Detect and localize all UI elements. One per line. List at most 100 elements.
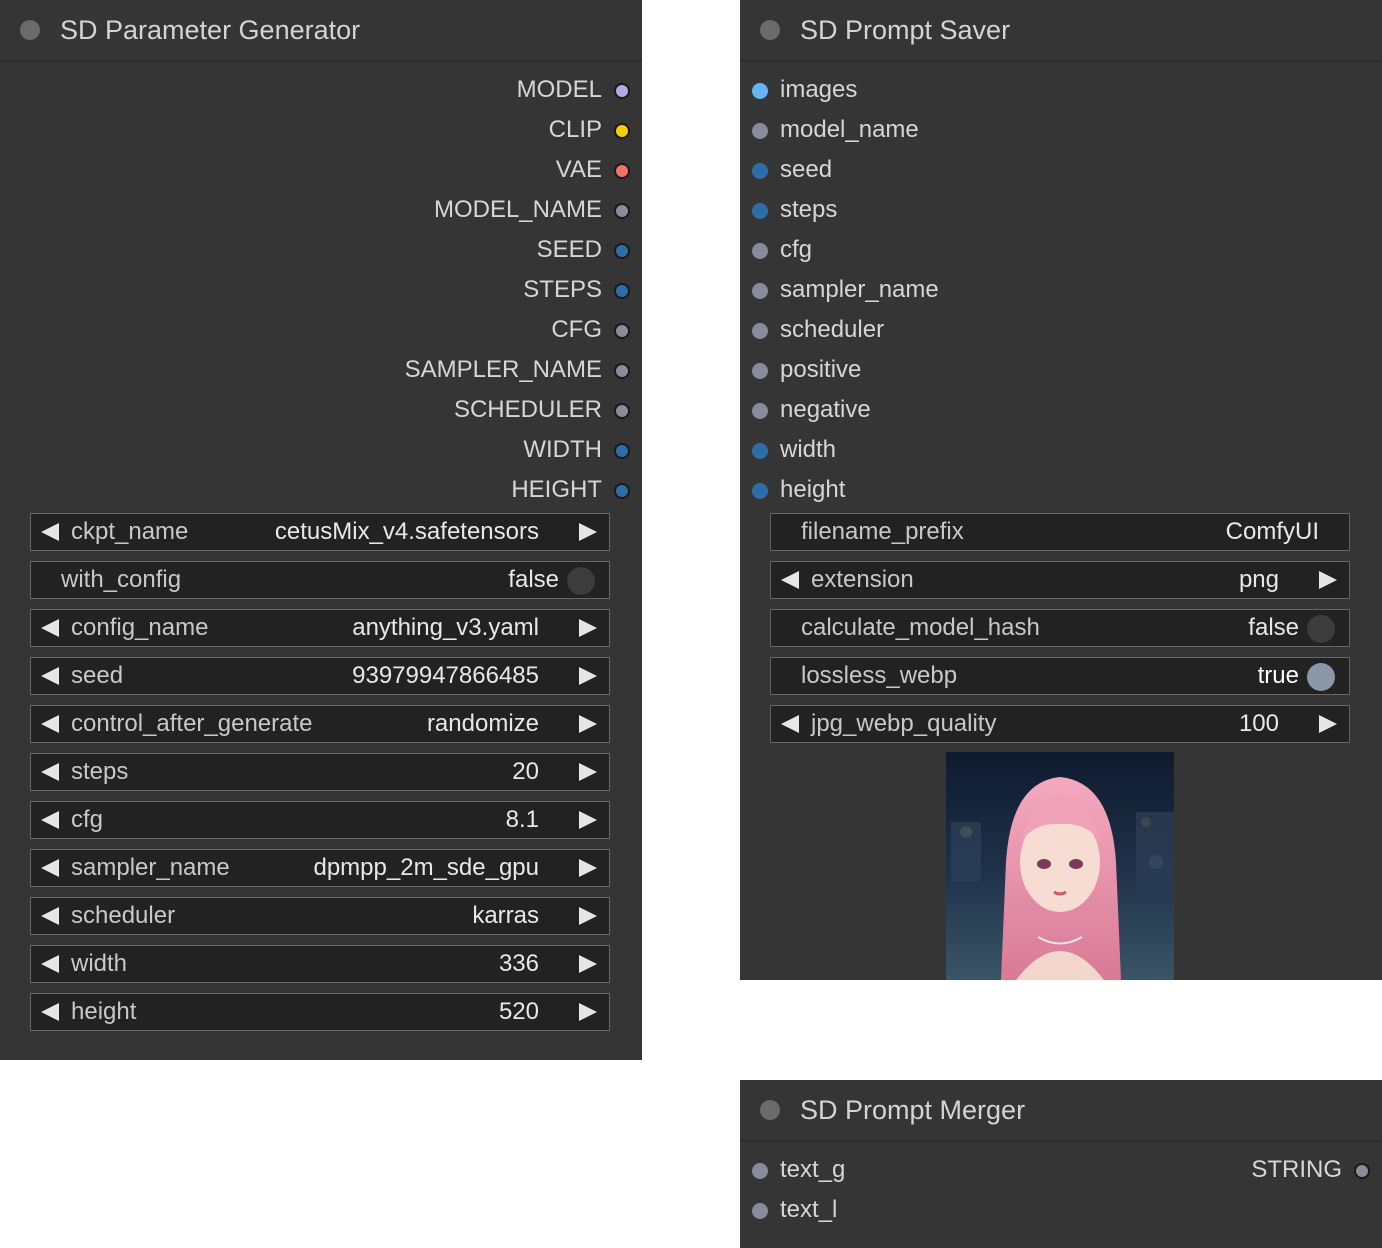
input-dot-icon[interactable]: [752, 163, 768, 179]
input-slot-sampler-name[interactable]: sampler_name: [740, 270, 1140, 310]
widget-scheduler[interactable]: scheduler karras: [30, 897, 610, 935]
widget-steps[interactable]: steps 20: [30, 753, 610, 791]
increment-arrow-icon[interactable]: [579, 523, 597, 541]
image-preview[interactable]: [946, 752, 1174, 980]
widget-seed[interactable]: seed 93979947866485: [30, 657, 610, 695]
decrement-arrow-icon[interactable]: [41, 811, 59, 829]
decrement-arrow-icon[interactable]: [41, 907, 59, 925]
input-slot-width[interactable]: width: [740, 430, 1140, 470]
input-slot-negative[interactable]: negative: [740, 390, 1140, 430]
input-slot-height[interactable]: height: [740, 470, 1140, 510]
input-dot-icon[interactable]: [752, 403, 768, 419]
widget-width[interactable]: width 336: [30, 945, 610, 983]
widget-config-name[interactable]: config_name anything_v3.yaml: [30, 609, 610, 647]
input-slot-model-name[interactable]: model_name: [740, 110, 1140, 150]
increment-arrow-icon[interactable]: [579, 619, 597, 637]
decrement-arrow-icon[interactable]: [41, 715, 59, 733]
input-dot-icon[interactable]: [752, 443, 768, 459]
output-dot-icon[interactable]: [614, 123, 630, 139]
output-slot-seed[interactable]: SEED: [0, 230, 642, 270]
widget-with-config[interactable]: with_config false: [30, 561, 610, 599]
input-slot-images[interactable]: images: [740, 70, 1140, 110]
input-dot-icon[interactable]: [752, 83, 768, 99]
input-slot-steps[interactable]: steps: [740, 190, 1140, 230]
toggle-knob-icon[interactable]: [1307, 615, 1335, 643]
increment-arrow-icon[interactable]: [1319, 571, 1337, 589]
node-sd-parameter-generator[interactable]: SD Parameter Generator MODEL CLIP VAE MO…: [0, 0, 642, 1060]
output-dot-icon[interactable]: [1354, 1163, 1370, 1179]
toggle-knob-icon[interactable]: [567, 567, 595, 595]
decrement-arrow-icon[interactable]: [781, 715, 799, 733]
input-dot-icon[interactable]: [752, 323, 768, 339]
node-title-bar[interactable]: SD Prompt Merger: [740, 1080, 1382, 1142]
widget-jpg-webp-quality[interactable]: jpg_webp_quality 100: [770, 705, 1350, 743]
increment-arrow-icon[interactable]: [579, 763, 597, 781]
increment-arrow-icon[interactable]: [579, 715, 597, 733]
output-slot-model[interactable]: MODEL: [0, 70, 642, 110]
node-sd-prompt-saver[interactable]: SD Prompt Saver images model_name seed s…: [740, 0, 1382, 980]
input-slot-text-l[interactable]: text_l: [740, 1190, 1040, 1230]
toggle-knob-icon[interactable]: [1307, 663, 1335, 691]
input-dot-icon[interactable]: [752, 243, 768, 259]
widget-cfg[interactable]: cfg 8.1: [30, 801, 610, 839]
collapse-dot-icon[interactable]: [20, 20, 40, 40]
output-slot-sampler-name[interactable]: SAMPLER_NAME: [0, 350, 642, 390]
input-slot-cfg[interactable]: cfg: [740, 230, 1140, 270]
widget-control-after-generate[interactable]: control_after_generate randomize: [30, 705, 610, 743]
increment-arrow-icon[interactable]: [579, 859, 597, 877]
output-dot-icon[interactable]: [614, 203, 630, 219]
increment-arrow-icon[interactable]: [579, 907, 597, 925]
increment-arrow-icon[interactable]: [579, 811, 597, 829]
decrement-arrow-icon[interactable]: [781, 571, 799, 589]
decrement-arrow-icon[interactable]: [41, 763, 59, 781]
decrement-arrow-icon[interactable]: [41, 1003, 59, 1021]
widget-filename-prefix[interactable]: filename_prefix ComfyUI: [770, 513, 1350, 551]
output-slot-steps[interactable]: STEPS: [0, 270, 642, 310]
input-slot-seed[interactable]: seed: [740, 150, 1140, 190]
input-dot-icon[interactable]: [752, 123, 768, 139]
input-dot-icon[interactable]: [752, 483, 768, 499]
input-dot-icon[interactable]: [752, 1163, 768, 1179]
increment-arrow-icon[interactable]: [579, 1003, 597, 1021]
input-slot-text-g[interactable]: text_g: [740, 1150, 1040, 1190]
collapse-dot-icon[interactable]: [760, 1100, 780, 1120]
output-slot-width[interactable]: WIDTH: [0, 430, 642, 470]
node-sd-prompt-merger[interactable]: SD Prompt Merger text_g text_l STRING: [740, 1080, 1382, 1248]
input-slot-positive[interactable]: positive: [740, 350, 1140, 390]
node-title-bar[interactable]: SD Parameter Generator: [0, 0, 642, 62]
decrement-arrow-icon[interactable]: [41, 523, 59, 541]
output-slot-model-name[interactable]: MODEL_NAME: [0, 190, 642, 230]
output-dot-icon[interactable]: [614, 83, 630, 99]
widget-extension[interactable]: extension png: [770, 561, 1350, 599]
increment-arrow-icon[interactable]: [579, 955, 597, 973]
output-dot-icon[interactable]: [614, 363, 630, 379]
decrement-arrow-icon[interactable]: [41, 859, 59, 877]
input-dot-icon[interactable]: [752, 203, 768, 219]
output-slot-vae[interactable]: VAE: [0, 150, 642, 190]
decrement-arrow-icon[interactable]: [41, 619, 59, 637]
widget-ckpt-name[interactable]: ckpt_name cetusMix_v4.safetensors: [30, 513, 610, 551]
decrement-arrow-icon[interactable]: [41, 955, 59, 973]
widget-calculate-model-hash[interactable]: calculate_model_hash false: [770, 609, 1350, 647]
node-title-bar[interactable]: SD Prompt Saver: [740, 0, 1382, 62]
widget-sampler-name[interactable]: sampler_name dpmpp_2m_sde_gpu: [30, 849, 610, 887]
input-dot-icon[interactable]: [752, 1203, 768, 1219]
decrement-arrow-icon[interactable]: [41, 667, 59, 685]
output-dot-icon[interactable]: [614, 483, 630, 499]
input-slot-scheduler[interactable]: scheduler: [740, 310, 1140, 350]
output-dot-icon[interactable]: [614, 403, 630, 419]
output-slot-height[interactable]: HEIGHT: [0, 470, 642, 510]
output-slot-string[interactable]: STRING: [1060, 1150, 1382, 1190]
output-dot-icon[interactable]: [614, 243, 630, 259]
output-dot-icon[interactable]: [614, 283, 630, 299]
input-dot-icon[interactable]: [752, 363, 768, 379]
output-slot-clip[interactable]: CLIP: [0, 110, 642, 150]
output-dot-icon[interactable]: [614, 163, 630, 179]
output-slot-cfg[interactable]: CFG: [0, 310, 642, 350]
increment-arrow-icon[interactable]: [579, 667, 597, 685]
widget-height[interactable]: height 520: [30, 993, 610, 1031]
output-dot-icon[interactable]: [614, 323, 630, 339]
input-dot-icon[interactable]: [752, 283, 768, 299]
increment-arrow-icon[interactable]: [1319, 715, 1337, 733]
output-slot-scheduler[interactable]: SCHEDULER: [0, 390, 642, 430]
